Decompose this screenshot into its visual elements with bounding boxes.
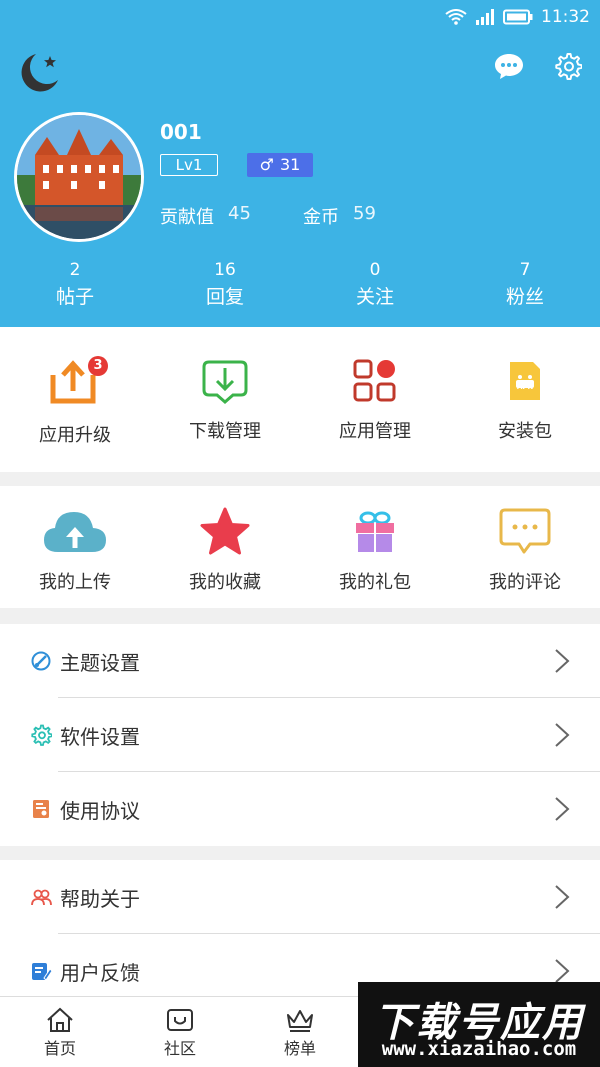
- settings-button[interactable]: [554, 52, 583, 84]
- tab-community[interactable]: 社区: [120, 997, 240, 1067]
- app-grid-icon: [353, 359, 396, 402]
- settings-menu: 主题设置 软件设置 使用协议: [0, 624, 600, 846]
- status-bar: 11:32: [445, 6, 590, 28]
- watermark-overlay: 下载号应用 www.xiazaihao.com: [358, 982, 600, 1067]
- cloud-upload-icon: [44, 512, 106, 552]
- grid-label: 下载管理: [189, 421, 261, 442]
- agreement-icon: [33, 800, 49, 818]
- contribution-stat: 贡献值 45: [160, 203, 251, 229]
- grid-item-install-package[interactable]: APK 安装包: [450, 353, 600, 472]
- grid-label: 我的礼包: [339, 572, 411, 593]
- grid-label: 我的评论: [489, 572, 561, 593]
- grid-item-app-manager[interactable]: 应用管理: [300, 353, 450, 472]
- profile-header: 11:32 001 Lv1 ♂ 31 贡献值 45 金币 59 2 帖子 16 …: [0, 0, 600, 327]
- castle-photo: [17, 115, 141, 239]
- menu-item-help-about[interactable]: 帮助关于: [0, 860, 600, 934]
- home-icon: [47, 1007, 73, 1032]
- grid-label: 我的收藏: [189, 572, 261, 593]
- my-content-grid: 我的上传 我的收藏 我的礼包 我的评论: [0, 486, 600, 608]
- palette-icon: [31, 651, 51, 671]
- tab-home[interactable]: 首页: [0, 997, 120, 1067]
- grid-item-my-favorites[interactable]: 我的收藏: [150, 504, 300, 608]
- contribution-value: 45: [228, 203, 251, 224]
- count-value: 2: [69, 260, 81, 280]
- apk-label: APK: [517, 383, 533, 391]
- grid-label: 我的上传: [39, 572, 111, 593]
- feedback-icon: [32, 963, 52, 981]
- count-fans[interactable]: 7 粉丝: [450, 258, 600, 312]
- count-value: 16: [214, 260, 236, 280]
- signal-icon: [475, 9, 495, 25]
- grid-item-my-gifts[interactable]: 我的礼包: [300, 504, 450, 608]
- male-icon: ♂: [259, 155, 274, 174]
- menu-label: 软件设置: [60, 724, 140, 749]
- chevron-right-icon: [555, 649, 570, 673]
- watermark-url: www.xiazaihao.com: [381, 1038, 577, 1060]
- app-tools-grid: 3 应用升级 下载管理 应用管理 APK 安装包: [0, 327, 600, 472]
- menu-item-software-settings[interactable]: 软件设置: [0, 698, 600, 772]
- night-mode-toggle[interactable]: [16, 50, 62, 100]
- menu-label: 主题设置: [60, 650, 140, 675]
- count-label: 关注: [355, 286, 394, 308]
- comment-icon: [499, 508, 551, 554]
- moon-icon: [21, 54, 58, 92]
- download-tray-icon: [202, 360, 248, 404]
- count-label: 粉丝: [505, 286, 544, 308]
- grid-label: 安装包: [498, 421, 552, 442]
- chat-bubble-icon: [495, 54, 523, 79]
- people-icon: [31, 889, 52, 906]
- status-time: 11:32: [541, 7, 590, 27]
- message-button[interactable]: [494, 52, 524, 84]
- menu-label: 帮助关于: [60, 886, 140, 911]
- menu-item-user-agreement[interactable]: 使用协议: [0, 772, 600, 846]
- username: 001: [160, 120, 202, 144]
- tab-label: 首页: [43, 1039, 76, 1058]
- level-badge: Lv1: [160, 154, 218, 176]
- grid-item-app-upgrade[interactable]: 3 应用升级: [0, 353, 150, 472]
- star-icon: [200, 507, 250, 555]
- tab-label: 社区: [163, 1039, 196, 1058]
- badge-count: 3: [93, 358, 103, 373]
- count-value: 0: [369, 260, 381, 280]
- apk-icon: [510, 362, 540, 400]
- chevron-right-icon: [555, 797, 570, 821]
- coins-label: 金币: [303, 207, 339, 228]
- gear-icon: [31, 724, 52, 746]
- tab-ranking[interactable]: 榜单: [240, 997, 360, 1067]
- tab-label: 榜单: [283, 1039, 316, 1058]
- gift-icon: [356, 511, 394, 552]
- count-replies[interactable]: 16 回复: [150, 258, 300, 312]
- menu-item-theme-settings[interactable]: 主题设置: [0, 624, 600, 698]
- gender-age-badge: ♂ 31: [247, 153, 313, 177]
- menu-label: 使用协议: [60, 798, 140, 823]
- help-menu: 帮助关于 用户反馈: [0, 860, 600, 996]
- community-icon: [167, 1009, 193, 1031]
- count-label: 回复: [205, 286, 244, 308]
- count-following[interactable]: 0 关注: [300, 258, 450, 312]
- crown-icon: [287, 1010, 313, 1032]
- grid-label: 应用升级: [39, 425, 111, 446]
- grid-item-download-manager[interactable]: 下载管理: [150, 353, 300, 472]
- wifi-icon: [445, 9, 467, 25]
- battery-icon: [503, 9, 533, 25]
- gear-icon: [555, 53, 583, 80]
- count-value: 7: [519, 260, 531, 280]
- age-value: 31: [279, 155, 301, 174]
- count-posts[interactable]: 2 帖子: [0, 258, 150, 312]
- profile-counts: 2 帖子 16 回复 0 关注 7 粉丝: [0, 258, 600, 312]
- chevron-right-icon: [555, 723, 570, 747]
- chevron-right-icon: [555, 959, 570, 983]
- avatar[interactable]: [14, 112, 144, 242]
- grid-label: 应用管理: [339, 421, 411, 442]
- coins-value: 59: [353, 203, 376, 224]
- count-label: 帖子: [55, 286, 94, 308]
- grid-item-my-comments[interactable]: 我的评论: [450, 504, 600, 608]
- grid-item-my-uploads[interactable]: 我的上传: [0, 504, 150, 608]
- menu-label: 用户反馈: [60, 960, 140, 985]
- chevron-right-icon: [555, 885, 570, 909]
- coins-stat: 金币 59: [303, 203, 376, 229]
- contribution-label: 贡献值: [160, 207, 214, 228]
